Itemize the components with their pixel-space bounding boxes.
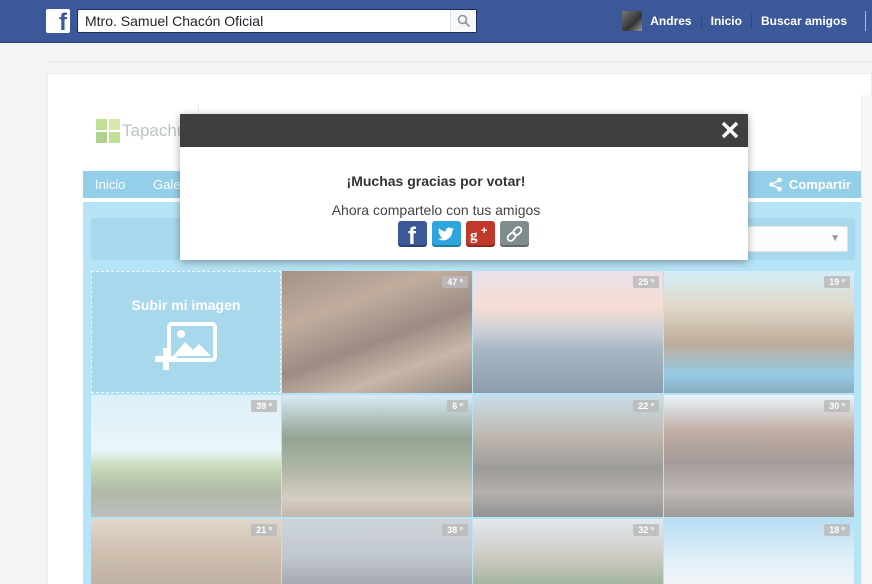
share-google-plus-button[interactable]: g + [466,221,495,247]
avatar[interactable] [622,11,643,31]
gallery-tile[interactable]: 19 º [664,271,854,393]
sort-select[interactable]: ▼ [738,226,848,252]
svg-text:+: + [481,225,487,237]
vote-count: 32 º [633,524,659,536]
modal-header [180,114,748,147]
facebook-top-bar: f Andres Inicio Buscar amigos [0,0,872,43]
nav-edge [865,11,872,31]
facebook-icon: f [408,223,417,250]
top-nav: Andres Inicio Buscar amigos [622,0,872,42]
gallery-tile[interactable]: 22 º [473,395,663,517]
vote-count: 19 º [824,276,850,288]
share-facebook-button[interactable]: f [398,221,427,250]
app-logo[interactable]: Tapachul [96,118,190,144]
facebook-logo-icon[interactable]: f [46,9,70,35]
vote-count: 39 º [251,400,277,412]
page-card-top [47,61,872,63]
search-button[interactable] [450,10,476,32]
logo-mark-icon [96,119,120,143]
gallery-tile[interactable]: 47 º [282,271,472,393]
gallery-tile[interactable]: 6 º [282,395,472,517]
link-icon [506,226,523,242]
vote-count: 6 º [447,400,468,412]
gallery-tile[interactable]: 30 º [664,395,854,517]
search-icon [457,14,471,28]
svg-text:f: f [408,223,417,247]
vote-count: 22 º [633,400,659,412]
gallery-tile[interactable]: 25 º [473,271,663,393]
add-image-icon [155,322,217,370]
gallery-tile[interactable]: 21 º [91,519,281,584]
svg-text:g: g [470,228,478,244]
vote-count: 18 º [824,524,850,536]
share-buttons: f g + [398,221,529,250]
vote-count: 30 º [824,400,850,412]
upload-label: Subir mi imagen [131,297,241,313]
find-friends-link[interactable]: Buscar amigos [752,14,856,28]
gallery-tile[interactable]: 39 º [91,395,281,517]
search-box [77,9,477,33]
gallery-tile[interactable]: 32 º [473,519,663,584]
twitter-icon [438,227,454,241]
home-link[interactable]: Inicio [702,14,751,28]
page-scrollbar[interactable] [861,95,872,584]
gallery-tile[interactable]: 38 º [282,519,472,584]
google-plus-icon: g + [470,225,487,244]
modal-title: ¡Muchas gracias por votar! [346,173,526,189]
search-input[interactable] [78,10,448,32]
vote-count: 38 º [442,524,468,536]
share-link-button[interactable] [500,221,529,247]
share-twitter-button[interactable] [432,221,461,247]
profile-link[interactable]: Andres [650,14,700,28]
gallery-tile[interactable]: 18 º [664,519,854,584]
vote-count: 25 º [633,276,659,288]
chevron-down-icon: ▼ [830,233,840,244]
modal-subtitle: Ahora compartelo con tus amigos [331,202,541,218]
vote-count: 21 º [251,524,277,536]
close-icon[interactable] [721,120,739,140]
upload-image-tile[interactable]: Subir mi imagen [91,271,281,393]
vote-count: 47 º [442,276,468,288]
